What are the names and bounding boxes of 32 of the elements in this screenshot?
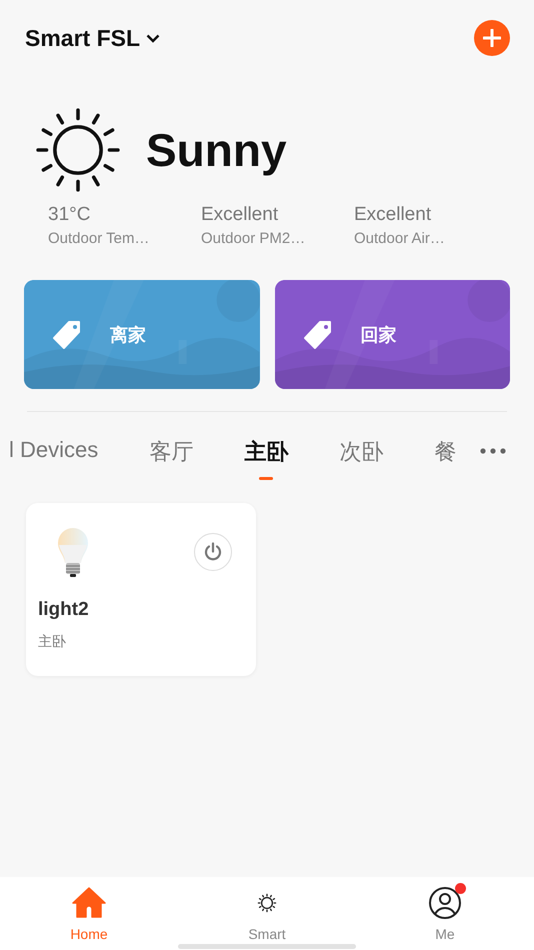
house-icon bbox=[71, 887, 107, 919]
device-room: 主卧 bbox=[38, 633, 67, 651]
room-tab[interactable]: 餐 bbox=[434, 412, 456, 480]
stat-label: Outdoor Tem… bbox=[48, 230, 150, 247]
device-card[interactable]: light2 主卧 bbox=[26, 503, 256, 676]
device-name: light2 bbox=[38, 599, 90, 621]
stat-label: Outdoor PM2… bbox=[201, 230, 306, 247]
stat-value: Excellent bbox=[354, 204, 432, 226]
more-icon[interactable] bbox=[480, 448, 506, 454]
room-tab[interactable]: 次卧 bbox=[339, 412, 384, 480]
power-button[interactable] bbox=[194, 533, 232, 571]
nav-tab[interactable]: Me bbox=[356, 877, 534, 950]
power-icon bbox=[203, 542, 223, 562]
plus-icon bbox=[483, 29, 501, 47]
scene-card[interactable]: 离家 bbox=[24, 280, 260, 389]
room-tab[interactable]: 客厅 bbox=[149, 412, 194, 480]
room-tab[interactable]: l Devices bbox=[9, 412, 98, 480]
tag-icon bbox=[302, 320, 332, 350]
room-tab[interactable]: 主卧 bbox=[244, 412, 288, 480]
stat-label: Outdoor Air… bbox=[354, 230, 446, 247]
nav-tab[interactable]: Home bbox=[0, 877, 178, 950]
user-icon bbox=[428, 886, 462, 920]
add-button[interactable] bbox=[474, 20, 510, 56]
chevron-down-icon bbox=[146, 34, 160, 42]
tag-icon bbox=[52, 320, 82, 350]
stat-value: Excellent bbox=[201, 204, 280, 226]
weather-condition: Sunny bbox=[146, 123, 287, 177]
stat-value: 31°C bbox=[48, 204, 92, 226]
home-selector[interactable]: Smart FSL bbox=[25, 24, 160, 52]
sun-icon bbox=[36, 108, 120, 192]
scene-card[interactable]: 回家 bbox=[274, 280, 510, 389]
nav-tab[interactable]: Smart bbox=[178, 877, 356, 950]
